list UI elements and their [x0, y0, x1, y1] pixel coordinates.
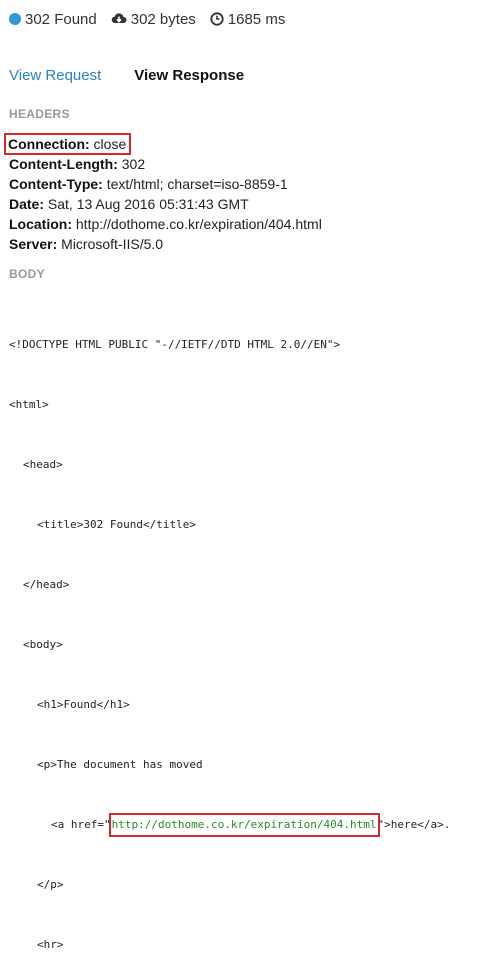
location-link-highlight[interactable]: http://dothome.co.kr/expiration/404.html — [108, 813, 380, 837]
code-line-h1: <h1>Found</h1> — [37, 698, 130, 711]
header-row-location: Location: http://dothome.co.kr/expiratio… — [9, 214, 322, 234]
response-size: 302 bytes — [111, 11, 196, 28]
code-line-title: <title>302 Found</title> — [37, 518, 196, 531]
code-line-anchor: <a href="http://dothome.co.kr/expiration… — [9, 813, 451, 837]
status-dot-icon — [9, 13, 21, 25]
header-key: Date: — [9, 196, 45, 212]
header-row-content-length: Content-Length: 302 — [9, 154, 322, 174]
connection-highlight-box: Connection: close — [3, 133, 132, 155]
clock-icon — [210, 12, 224, 26]
anchor-prefix: <a href=" — [51, 818, 111, 831]
code-line-doctype: <!DOCTYPE HTML PUBLIC "-//IETF//DTD HTML… — [9, 338, 341, 351]
header-key: Content-Type: — [9, 176, 103, 192]
response-status-bar: 302 Found 302 bytes 1685 ms — [9, 8, 299, 30]
status-code: 302 Found — [9, 11, 97, 28]
header-value: Sat, 13 Aug 2016 05:31:43 GMT — [47, 196, 249, 212]
header-value: http://dothome.co.kr/expiration/404.html — [75, 216, 322, 232]
cloud-download-icon — [111, 12, 127, 26]
header-key: Server: — [9, 236, 58, 252]
response-headers-list: Connection: close Content-Length: 302 Co… — [3, 133, 322, 254]
header-value: Microsoft-IIS/5.0 — [61, 236, 164, 252]
header-row-connection: Connection: close — [3, 133, 322, 155]
header-key: Connection: — [8, 136, 90, 152]
header-value: 302 — [121, 156, 146, 172]
tab-view-request[interactable]: View Request — [9, 67, 101, 84]
tab-view-response[interactable]: View Response — [134, 67, 244, 84]
code-line-hr: <hr> — [37, 938, 64, 951]
header-row-content-type: Content-Type: text/html; charset=iso-885… — [9, 174, 322, 194]
header-key: Content-Length: — [9, 156, 118, 172]
response-time-text: 1685 ms — [227, 10, 286, 28]
view-tabs: View Request View Response — [9, 67, 244, 84]
response-size-text: 302 bytes — [130, 10, 196, 28]
headers-section-label: HEADERS — [9, 107, 70, 121]
code-line-head-open: <head> — [23, 458, 63, 471]
header-value: close — [93, 136, 127, 152]
body-section-label: BODY — [9, 267, 45, 281]
anchor-suffix: ">here</a>. — [377, 818, 451, 831]
header-row-date: Date: Sat, 13 Aug 2016 05:31:43 GMT — [9, 194, 322, 214]
header-key: Location: — [9, 216, 72, 232]
code-line-p-close: </p> — [37, 878, 64, 891]
response-time: 1685 ms — [210, 10, 286, 28]
response-body-code: <!DOCTYPE HTML PUBLIC "-//IETF//DTD HTML… — [9, 295, 450, 975]
code-line-html-open: <html> — [9, 398, 49, 411]
code-line-head-close: </head> — [23, 578, 70, 591]
status-code-text: 302 Found — [25, 10, 97, 28]
header-row-server: Server: Microsoft-IIS/5.0 — [9, 234, 322, 254]
header-value: text/html; charset=iso-8859-1 — [106, 176, 288, 192]
code-line-body-open: <body> — [23, 638, 63, 651]
code-line-p-open: <p>The document has moved — [37, 758, 203, 771]
